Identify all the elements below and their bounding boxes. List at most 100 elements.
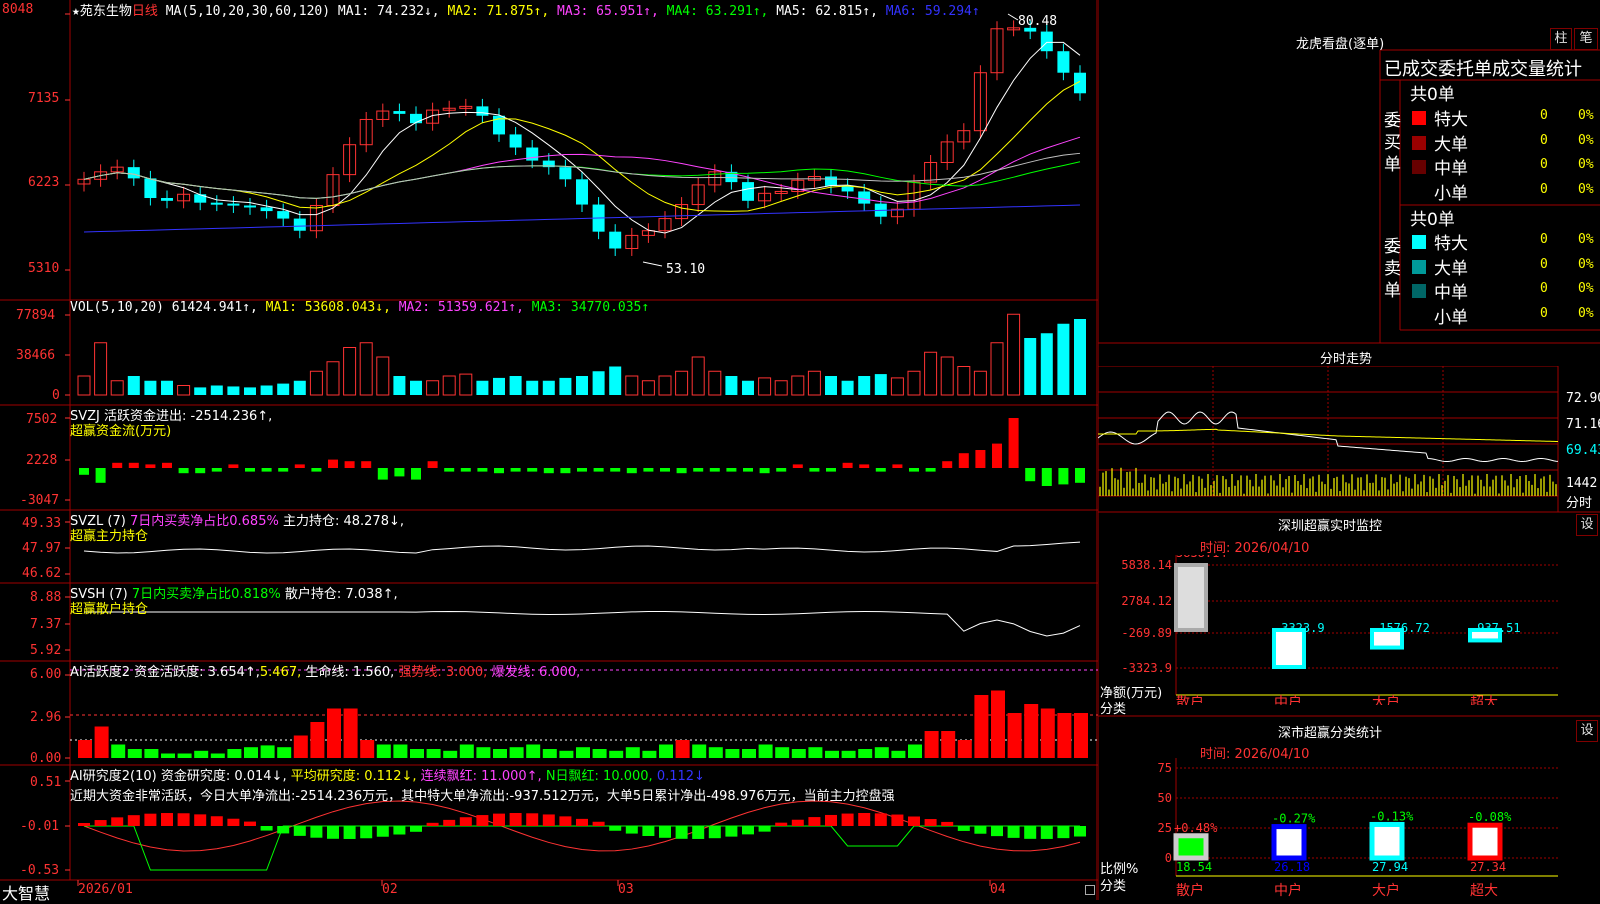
intraday-y-label: 分时 — [1566, 496, 1593, 511]
volume-bar-down — [841, 380, 854, 395]
research-bar — [493, 813, 505, 826]
ai2-header: AI研究度2(10) 资金研究度: 0.014↓, 平均研究度: 0.112↓,… — [70, 769, 705, 784]
monitor-category: 中户 — [1274, 694, 1302, 705]
order-swatch — [1412, 160, 1426, 174]
class-pct: 27.94 — [1372, 860, 1408, 874]
class-category: 超大 — [1470, 883, 1498, 899]
research-bar — [957, 826, 970, 831]
ma1-value: MA1: 74.232↓, — [337, 4, 440, 19]
activity-bar — [592, 749, 607, 758]
lock-icon[interactable] — [1085, 885, 1095, 895]
fund-flow-bar — [975, 450, 986, 468]
volume-bar-down — [576, 376, 588, 395]
research-bar — [725, 826, 738, 837]
szcls-settings-button[interactable]: 设 — [1576, 720, 1598, 742]
period-label[interactable]: 日线 — [132, 4, 158, 19]
szcls-title: 深市超赢分类统计 — [1278, 726, 1383, 741]
fund-flow-bar — [992, 443, 1002, 468]
fund-flow-bar — [560, 468, 571, 474]
candle-down — [1040, 31, 1053, 52]
fund-flow-bar — [593, 468, 604, 472]
order-pct: 0% — [1578, 132, 1594, 148]
intraday-chart[interactable] — [1098, 366, 1600, 512]
svzj-y-label: 7502 — [26, 412, 58, 427]
x-axis-label: 02 — [382, 882, 398, 897]
activity-bar — [194, 750, 209, 758]
research-bar — [376, 826, 389, 837]
main-y-label: 5310 — [28, 261, 60, 276]
order-count: 0 — [1540, 157, 1548, 172]
buy-orders-label: 委买单 — [1384, 111, 1401, 175]
volume-bar-up — [625, 375, 639, 396]
fund-flow-bar — [875, 468, 886, 472]
fund-flow-bar — [112, 462, 123, 468]
fund-flow-bar — [527, 468, 538, 472]
research-bar — [559, 816, 572, 826]
activity-bar — [991, 690, 1005, 758]
volume-bar-down — [293, 380, 306, 395]
intraday-y-label: 69.43 — [1566, 443, 1600, 458]
research-bar — [642, 826, 655, 836]
svsh-y-label: 5.92 — [30, 643, 62, 658]
research-bar — [841, 813, 854, 826]
order-count: 0 — [1540, 256, 1548, 272]
ma5-value: MA5: 62.815↑, — [776, 4, 878, 19]
order-swatch — [1412, 308, 1426, 323]
fund-flow-bar — [162, 462, 172, 468]
volume-bar-up — [1007, 313, 1021, 396]
low-pointer — [642, 261, 663, 267]
volume-bar-up — [94, 342, 108, 396]
candle-down — [559, 167, 572, 180]
main-header: ★苑东生物日线 MA(5,10,20,30,60,120) MA1: 74.23… — [72, 0, 980, 19]
bar-mode-button[interactable]: 柱 — [1550, 28, 1572, 50]
activity-bar — [659, 744, 673, 758]
research-bar — [327, 826, 339, 839]
research-bar — [393, 826, 406, 835]
fund-flow-bar — [942, 461, 953, 468]
fund-flow-bar — [228, 464, 239, 468]
activity-bar — [675, 740, 690, 758]
tick-mode-button[interactable]: 笔 — [1574, 28, 1598, 50]
candle-down — [260, 207, 273, 212]
volume-bar-down — [1074, 319, 1086, 395]
fund-flow-bar — [1008, 418, 1019, 468]
activity-bar — [177, 753, 192, 758]
activity-bar — [891, 750, 906, 758]
research-bar — [742, 826, 754, 835]
volume-bar-up — [359, 342, 373, 396]
research-bar — [310, 826, 323, 838]
brand-label: 大智慧 — [2, 884, 51, 903]
volume-bar-down — [227, 386, 240, 395]
candle-down — [476, 106, 489, 116]
volume-bar-down — [609, 366, 622, 395]
research-bar — [625, 826, 638, 834]
activity-bar — [576, 747, 590, 758]
szmon-time: 时间: 2026/04/10 — [1200, 541, 1310, 556]
volume-bar-up — [343, 347, 357, 396]
szmon-chart: 5838.14 2784.12 -269.89 -3323.9 5838.14 散户 -33… — [1121, 555, 1558, 705]
activity-bar — [94, 726, 109, 758]
activity-bar — [210, 753, 225, 758]
fund-flow-bar — [1058, 468, 1069, 485]
research-bar — [692, 826, 705, 839]
stock-name[interactable]: 苑东生物 — [80, 4, 132, 19]
research-bar — [111, 817, 124, 826]
fund-flow-bar — [427, 461, 438, 468]
star-icon: ★ — [72, 4, 80, 19]
candle-down — [194, 194, 207, 203]
volume-bar-up — [177, 385, 191, 396]
monitor-category: 散户 — [1176, 694, 1204, 705]
volume-bar-up — [940, 356, 954, 396]
fund-flow-bar — [328, 459, 338, 468]
szcls-chart: 75 50 25 0 +0.48% 18.54 散户 -0.27% 26.18 中户 -0.13% 2… — [1158, 758, 1558, 899]
activity-bar — [410, 749, 424, 758]
candle-down — [244, 205, 256, 208]
fund-flow-bar — [311, 468, 322, 472]
volume-bar-up — [708, 370, 722, 396]
volume-bar-down — [194, 387, 207, 395]
research-bar — [127, 815, 140, 826]
class-category: 散户 — [1176, 882, 1204, 899]
szmon-settings-button[interactable]: 设 — [1576, 514, 1598, 536]
intraday-y-label: 1442 — [1566, 476, 1598, 491]
fund-flow-bar — [195, 468, 206, 474]
